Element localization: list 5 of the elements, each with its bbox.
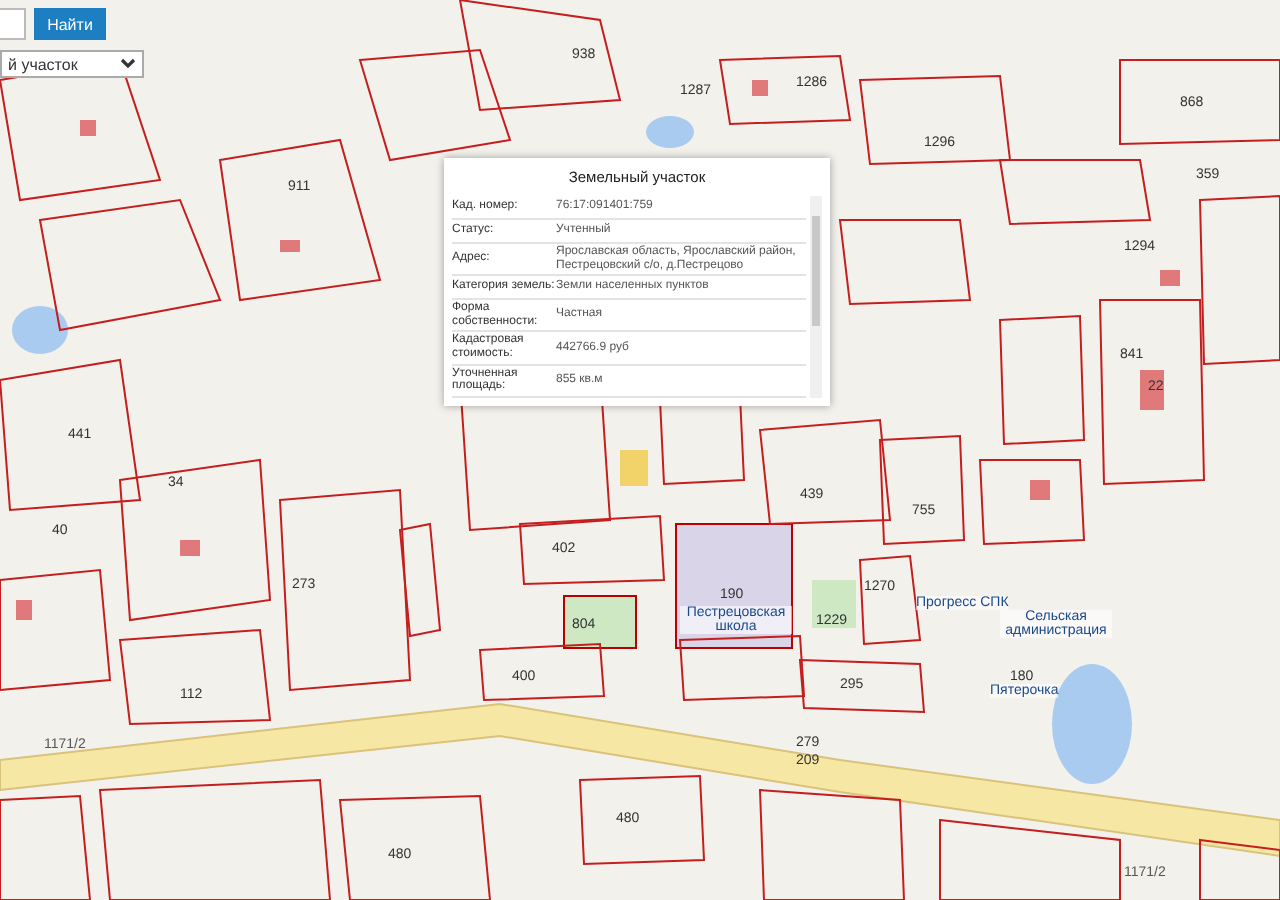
search-button[interactable]: Найти (34, 8, 106, 40)
caret-icon (120, 58, 136, 70)
layer-dropdown[interactable]: й участок (0, 50, 144, 78)
scrollbar[interactable] (810, 196, 822, 398)
search-field[interactable] (0, 8, 26, 40)
